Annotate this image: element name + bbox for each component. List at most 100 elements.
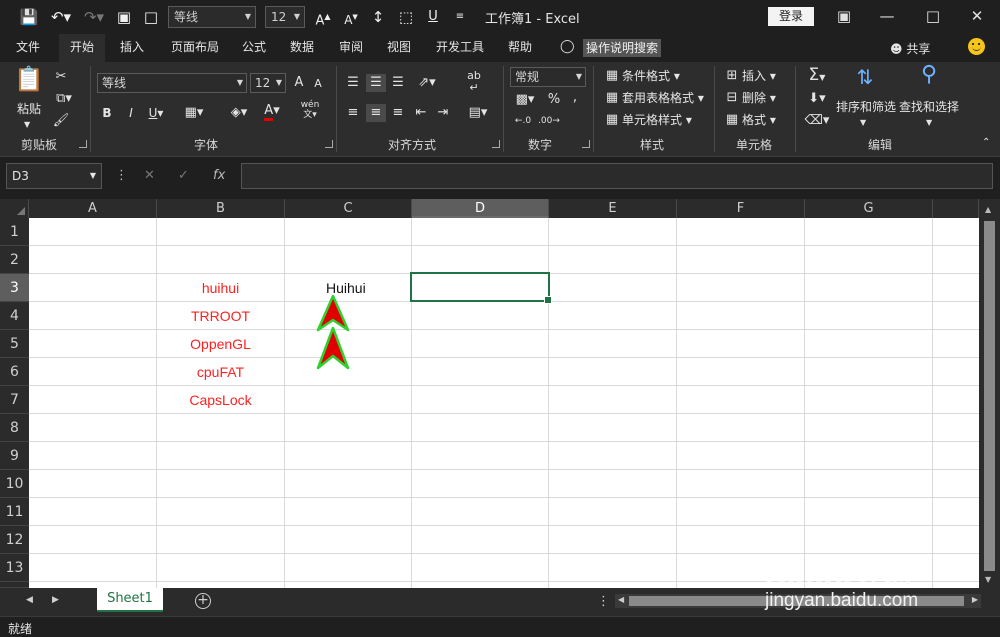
format-as-table-button[interactable]: 套用表格格式 ▾ [622, 89, 704, 107]
number-format-select[interactable]: 常规 ▼ [510, 67, 586, 87]
borders-icon[interactable]: ▦▾ [181, 104, 207, 122]
decrease-indent-icon[interactable]: ⇤ [412, 104, 430, 122]
scroll-left-icon[interactable]: ◀ [618, 595, 624, 604]
tab-data[interactable]: 数据 [282, 34, 322, 62]
tab-help[interactable]: 帮助 [500, 34, 540, 62]
row-header-10[interactable]: 10 [0, 470, 29, 498]
formula-input[interactable] [241, 163, 993, 189]
row-header-5[interactable]: 5 [0, 330, 29, 358]
increase-indent-icon[interactable]: ⇥ [434, 104, 452, 122]
comma-style-icon[interactable]: , [570, 89, 580, 107]
scroll-right-icon[interactable]: ▶ [972, 595, 978, 604]
row-header-1[interactable]: 1 [0, 218, 29, 246]
column-header-d[interactable]: D [412, 199, 549, 218]
percent-style-icon[interactable]: % [546, 91, 562, 109]
find-select-icon[interactable]: ⚲ [914, 64, 944, 96]
copy-icon[interactable]: ⧉▾ [52, 90, 76, 108]
close-icon[interactable]: ✕ [962, 4, 992, 28]
clear-icon[interactable]: ⌫▾ [803, 112, 831, 130]
next-sheet-icon[interactable]: ▶ [52, 595, 59, 605]
font-size-select[interactable]: 12 ▼ [250, 73, 286, 93]
row-header-3[interactable]: 3 [0, 274, 29, 302]
align-bottom-icon[interactable]: ☰ [389, 74, 407, 92]
customize-qat-icon[interactable]: ≡ [453, 6, 467, 28]
add-sheet-icon[interactable]: + [195, 593, 211, 609]
row-header-4[interactable]: 4 [0, 302, 29, 330]
shrink-font-icon[interactable]: A [311, 75, 325, 93]
paste-icon[interactable]: 📋 [14, 67, 44, 98]
font-color-icon[interactable]: A▾ [258, 102, 286, 121]
column-header-c[interactable]: C [285, 199, 412, 218]
cell-b5[interactable]: OppenGL [157, 330, 284, 358]
shrink-font-icon[interactable]: A▼ [342, 6, 360, 28]
new-document-icon[interactable]: □ [142, 6, 160, 28]
fill-icon[interactable]: ⬇▾ [803, 90, 831, 108]
cut-icon[interactable]: ✂ [52, 68, 70, 86]
more-options-icon[interactable]: ⋮ [115, 168, 128, 183]
undo-icon[interactable]: ↶▾ [46, 6, 76, 28]
scroll-down-icon[interactable]: ▼ [985, 575, 991, 584]
row-header-7[interactable]: 7 [0, 386, 29, 414]
font-name-select[interactable]: 等线 ▼ [97, 73, 247, 93]
camera-icon[interactable]: ▣ [114, 6, 134, 28]
sheet-tab-sheet1[interactable]: Sheet1 [97, 588, 163, 612]
fill-color-icon[interactable]: ◈▾ [225, 104, 253, 122]
cancel-icon[interactable]: ✕ [144, 168, 155, 183]
underline-icon[interactable]: U [425, 6, 441, 28]
row-header-6[interactable]: 6 [0, 358, 29, 386]
wrap-text-icon[interactable]: ab ↵ [465, 70, 483, 94]
merge-center-icon[interactable]: ▤▾ [464, 104, 492, 122]
delete-cells-button[interactable]: 删除 ▾ [742, 89, 776, 107]
tab-insert[interactable]: 插入 [110, 34, 154, 62]
collapse-ribbon-icon[interactable]: ⌃ [982, 134, 990, 152]
align-left-icon[interactable]: ≡ [344, 104, 362, 122]
bold-button[interactable]: B [100, 104, 114, 122]
save-icon[interactable]: 💾 [18, 6, 40, 28]
number-launcher-icon[interactable] [582, 140, 590, 148]
qat-font-name-select[interactable]: 等线 ▼ [168, 6, 256, 28]
row-header-12[interactable]: 12 [0, 526, 29, 554]
clipboard-launcher-icon[interactable] [79, 140, 87, 148]
font-launcher-icon[interactable] [325, 140, 333, 148]
cell-b7[interactable]: CapsLock [157, 386, 284, 414]
column-header-f[interactable]: F [677, 199, 805, 218]
conditional-formatting-icon[interactable]: ▦ [604, 67, 620, 85]
alignment-launcher-icon[interactable] [492, 140, 500, 148]
conditional-formatting-button[interactable]: 条件格式 ▾ [622, 67, 680, 85]
name-box[interactable]: D3 ▼ [6, 163, 102, 189]
format-cells-icon[interactable]: ▦ [724, 111, 740, 129]
grow-font-icon[interactable]: A [292, 74, 306, 92]
scroll-up-icon[interactable]: ▲ [985, 205, 991, 214]
format-cells-button[interactable]: 格式 ▾ [742, 111, 776, 129]
share-button[interactable]: ☻ 共享 [890, 40, 930, 57]
column-header-g[interactable]: G [805, 199, 933, 218]
vertical-scroll-thumb[interactable] [984, 221, 995, 571]
active-cell-d3[interactable] [410, 272, 552, 304]
row-header-11[interactable]: 11 [0, 498, 29, 526]
row-header-9[interactable]: 9 [0, 442, 29, 470]
ribbon-display-options-icon[interactable]: ▣ [829, 4, 859, 28]
increase-decimal-icon[interactable]: ←.0 [512, 112, 534, 130]
feedback-smiley-icon[interactable] [968, 38, 985, 55]
vertical-scrollbar[interactable]: ▲ ▼ [979, 199, 1000, 588]
align-center-icon[interactable]: ≡ [366, 104, 386, 122]
format-as-table-icon[interactable]: ▦ [604, 89, 620, 107]
tab-page-layout[interactable]: 页面布局 [162, 34, 228, 62]
delete-cells-icon[interactable]: ⊟ [724, 89, 740, 107]
maximize-icon[interactable]: □ [918, 4, 948, 28]
tab-formulas[interactable]: 公式 [234, 34, 274, 62]
insert-cells-button[interactable]: 插入 ▾ [742, 67, 776, 85]
orientation-icon[interactable]: ⇗▾ [414, 74, 440, 92]
tell-me-search[interactable]: 操作说明搜索 [583, 39, 662, 57]
more-options-icon[interactable]: ⋮ [597, 594, 610, 609]
qat-font-size-select[interactable]: 12 ▼ [265, 6, 305, 28]
cell-b6[interactable]: cpuFAT [157, 358, 284, 386]
enter-icon[interactable]: ✓ [178, 168, 189, 183]
autosum-icon[interactable]: Σ▼ [803, 66, 831, 87]
tab-view[interactable]: 视图 [379, 34, 419, 62]
tab-home[interactable]: 开始 [59, 34, 105, 62]
redo-icon[interactable]: ↷▾ [80, 6, 108, 28]
italic-button[interactable]: I [124, 104, 138, 122]
previous-sheet-icon[interactable]: ◀ [26, 595, 33, 605]
column-header-h[interactable] [933, 199, 979, 218]
